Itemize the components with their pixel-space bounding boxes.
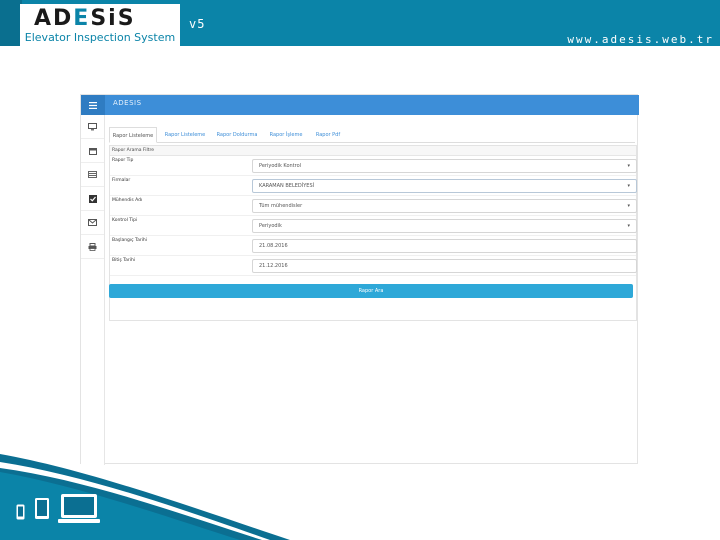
list-icon [88, 171, 97, 178]
filter-row: Firmalar KARAMAN BELEDİYESİ ▾ [110, 176, 637, 196]
filter-row: Kontrol Tipi Periyodik ▾ [110, 216, 637, 236]
logo-tagline: Elevator Inspection System [24, 31, 176, 44]
menu-toggle[interactable] [81, 95, 105, 115]
logo-wordmark: ADESiS [34, 6, 136, 31]
printer-icon [88, 242, 97, 251]
sidebar-item-mail[interactable] [81, 211, 104, 235]
engineer-select[interactable]: Tüm mühendisler ▾ [252, 199, 637, 213]
tab-rapor-listeleme-2[interactable]: Rapor Listeleme [161, 127, 209, 143]
main-content: Rapor Listeleme Rapor Listeleme Rapor Do… [107, 115, 637, 463]
website-url: www.adesis.web.tr [567, 33, 714, 46]
control-type-select[interactable]: Periyodik ▾ [252, 219, 637, 233]
company-select[interactable]: KARAMAN BELEDİYESİ ▾ [252, 179, 637, 193]
tab-rapor-listeleme[interactable]: Rapor Listeleme [109, 127, 157, 143]
sidebar-item-calendar[interactable] [81, 139, 104, 163]
select-value: Periyodik [259, 223, 282, 229]
tab-rapor-isleme[interactable]: Rapor İşleme [265, 127, 307, 143]
tab-bar: Rapor Listeleme Rapor Listeleme Rapor Do… [109, 127, 635, 143]
logo-accent: E [73, 6, 91, 31]
end-date-input[interactable]: 21.12.2016 [252, 259, 637, 273]
calendar-icon [88, 147, 97, 155]
sidebar-item-dashboard[interactable] [81, 115, 104, 139]
panel-title: Rapor Arama Filtre [110, 146, 636, 156]
caret-down-icon: ▾ [627, 163, 630, 169]
hamburger-icon [89, 101, 97, 109]
filter-row: Mühendis Adı Tüm mühendisler ▾ [110, 196, 637, 216]
sidebar-item-list[interactable] [81, 163, 104, 187]
filter-label: Rapor Tip [112, 158, 134, 163]
filter-label: Bitiş Tarihi [112, 258, 136, 263]
filter-row: Başlangıç Tarihi 21.08.2016 [110, 236, 637, 256]
start-date-input[interactable]: 21.08.2016 [252, 239, 637, 253]
monitor-icon [88, 122, 97, 130]
sidebar [81, 115, 105, 465]
filter-row: Bitiş Tarihi 21.12.2016 [110, 256, 637, 276]
select-value: Tüm mühendisler [259, 203, 303, 209]
logo-prefix: AD [34, 6, 74, 31]
caret-down-icon: ▾ [627, 223, 630, 229]
filter-label: Başlangıç Tarihi [112, 238, 148, 243]
version-label: v5 [189, 17, 206, 31]
logo: ADESiS Elevator Inspection System [20, 4, 180, 46]
filter-row: Rapor Tip Periyodik Kontrol ▾ [110, 156, 637, 176]
select-value: Periyodik Kontrol [259, 163, 302, 169]
logo-suffix: SiS [90, 6, 136, 31]
devices-icon [16, 494, 100, 523]
app-brand: ADESIS [113, 99, 142, 107]
sidebar-item-reports[interactable] [81, 187, 104, 211]
mail-icon [88, 219, 97, 226]
filter-label: Firmalar [112, 178, 131, 183]
select-value: KARAMAN BELEDİYESİ [259, 183, 315, 189]
app-window: ADESIS Rapor Listeleme Rapor Listeleme R… [80, 94, 639, 465]
app-topbar: ADESIS [81, 95, 639, 115]
checkbox-icon [88, 194, 97, 203]
filter-label: Kontrol Tipi [112, 218, 138, 223]
tab-rapor-pdf[interactable]: Rapor Pdf [311, 127, 345, 143]
filter-label: Mühendis Adı [112, 198, 143, 203]
sidebar-item-print[interactable] [81, 235, 104, 259]
tab-rapor-doldurma[interactable]: Rapor Doldurma [213, 127, 261, 143]
banner-stripe [0, 0, 22, 46]
caret-down-icon: ▾ [627, 183, 630, 189]
search-report-button[interactable]: Rapor Ara [109, 284, 633, 298]
caret-down-icon: ▾ [627, 203, 630, 209]
report-type-select[interactable]: Periyodik Kontrol ▾ [252, 159, 637, 173]
decorative-swoosh [0, 454, 290, 540]
